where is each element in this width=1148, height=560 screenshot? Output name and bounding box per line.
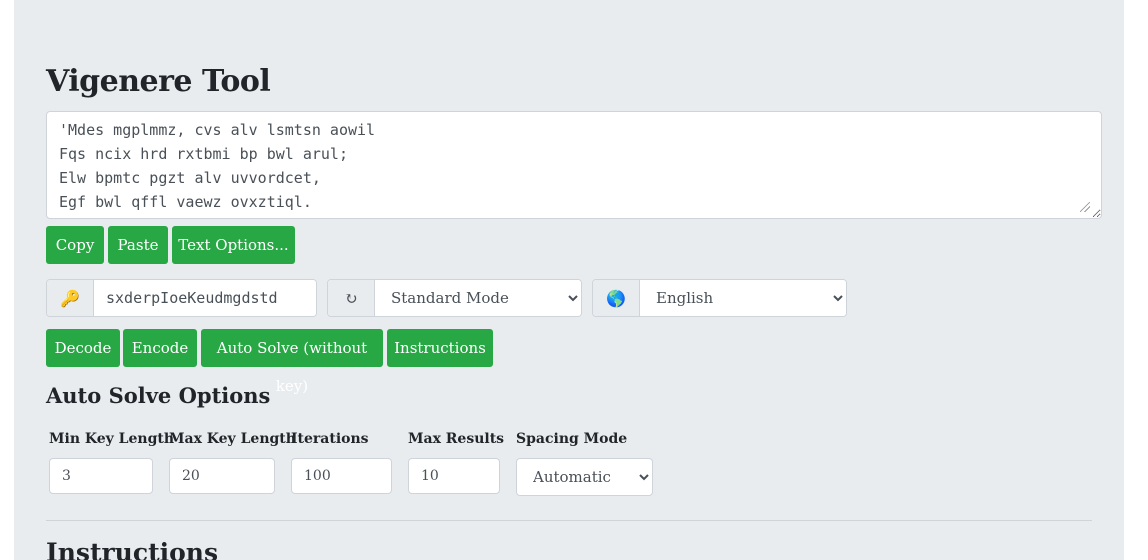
text-options-button[interactable]: Text Options... (172, 226, 295, 264)
min-key-length-input[interactable] (49, 458, 153, 494)
instructions-button[interactable]: Instructions (387, 329, 493, 367)
mode-select[interactable]: Standard Mode (375, 280, 581, 316)
page-title: Vigenere Tool (46, 64, 271, 99)
max-results-label: Max Results (408, 431, 505, 447)
language-input-group: 🌎 English (592, 279, 847, 317)
max-key-length-input[interactable] (169, 458, 275, 494)
max-results-input[interactable] (408, 458, 500, 494)
min-key-length-label: Min Key Length (49, 431, 175, 447)
encode-button[interactable]: Encode (123, 329, 197, 367)
decode-button[interactable]: Decode (46, 329, 120, 367)
key-input[interactable] (94, 280, 316, 316)
iterations-label: Iterations (291, 431, 369, 447)
ciphertext-textarea[interactable]: 'Mdes mgplmmz, cvs alv lsmtsn aowil Fqs … (46, 111, 1102, 219)
instructions-heading: Instructions (46, 538, 219, 560)
globe-icon: 🌎 (593, 280, 640, 316)
language-select[interactable]: English (640, 280, 846, 316)
iterations-input[interactable] (291, 458, 392, 494)
textarea-resize-handle[interactable] (1080, 202, 1090, 212)
paste-button[interactable]: Paste (108, 226, 168, 264)
refresh-icon: ↻ (328, 280, 375, 316)
mode-input-group: ↻ Standard Mode (327, 279, 582, 317)
spacing-mode-label: Spacing Mode (516, 431, 628, 447)
section-divider (46, 520, 1092, 521)
spacing-mode-select[interactable]: Automatic (516, 458, 653, 496)
key-input-group: 🔑 (46, 279, 317, 317)
max-key-length-label: Max Key Length (169, 431, 296, 447)
auto-solve-button[interactable]: Auto Solve (without key) (201, 329, 383, 395)
auto-solve-heading: Auto Solve Options (46, 383, 271, 408)
tool-panel: Vigenere Tool 'Mdes mgplmmz, cvs alv lsm… (14, 0, 1124, 560)
key-icon: 🔑 (47, 280, 94, 316)
copy-button[interactable]: Copy (46, 226, 104, 264)
